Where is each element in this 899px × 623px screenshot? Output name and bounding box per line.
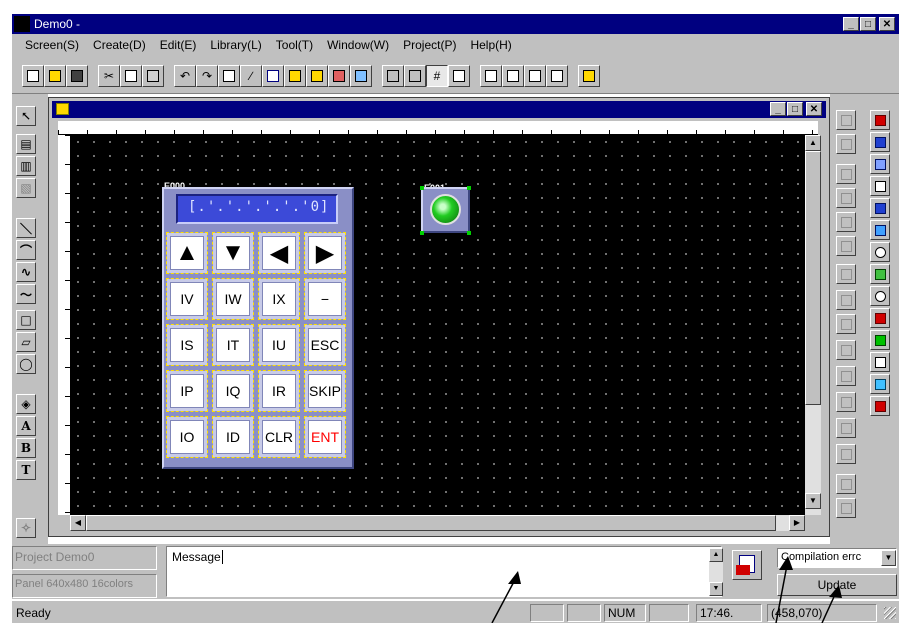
annotation-arrowhead bbox=[779, 556, 793, 570]
annotation-arrowhead bbox=[508, 571, 521, 584]
annotation-arrowhead bbox=[829, 585, 842, 598]
annotation-arrows bbox=[491, 556, 842, 623]
